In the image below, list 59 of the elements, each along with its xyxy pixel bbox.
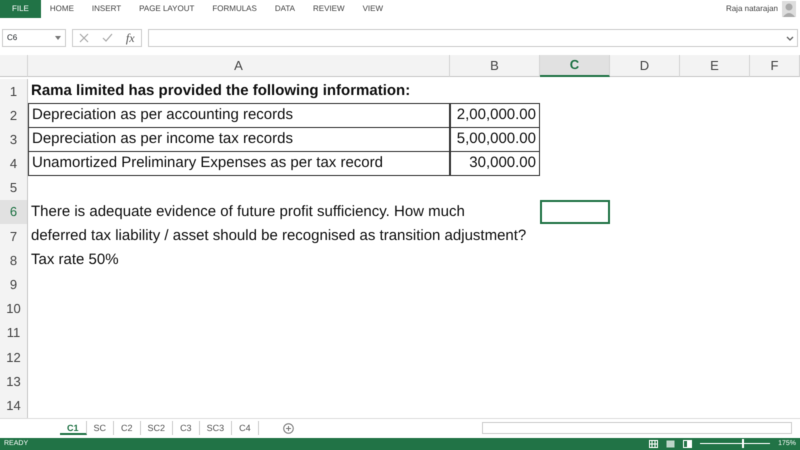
- name-box[interactable]: C6: [2, 29, 66, 47]
- column-header[interactable]: D: [610, 55, 680, 77]
- table-cell: Depreciation as per accounting records: [28, 103, 450, 128]
- cancel-icon[interactable]: [79, 33, 90, 43]
- cell-reference: C6: [7, 32, 18, 44]
- row-header[interactable]: 8: [0, 248, 28, 273]
- table-cell: Unamortized Preliminary Expenses as per tax record: [28, 152, 450, 176]
- row-header[interactable]: 13: [0, 369, 28, 394]
- ribbon-tab[interactable]: HOME: [40, 3, 83, 15]
- check-icon[interactable]: [102, 33, 114, 43]
- ribbon-tab[interactable]: PAGE LAYOUT: [130, 3, 204, 15]
- row-header[interactable]: 1: [0, 79, 28, 104]
- ribbon-tab[interactable]: FORMULAS: [203, 3, 266, 15]
- column-header[interactable]: F: [750, 55, 800, 77]
- row-header[interactable]: 5: [0, 176, 28, 200]
- active-cell[interactable]: [540, 200, 610, 224]
- cell-text: deferred tax liability / asset should be recognised as transition adjustment?: [31, 226, 526, 246]
- column-header[interactable]: C: [540, 55, 610, 77]
- insert-function-button[interactable]: fx: [126, 29, 135, 47]
- sheet-tab[interactable]: C4: [232, 421, 259, 436]
- row-header[interactable]: 6: [0, 200, 28, 224]
- row-header[interactable]: 12: [0, 345, 28, 370]
- page-layout-icon[interactable]: [666, 440, 676, 448]
- row-header[interactable]: 2: [0, 103, 28, 128]
- row-header[interactable]: 3: [0, 128, 28, 152]
- column-header[interactable]: A: [28, 55, 450, 77]
- zoom-slider-thumb[interactable]: [742, 439, 744, 448]
- row-header[interactable]: 4: [0, 152, 28, 176]
- row-header[interactable]: 9: [0, 272, 28, 297]
- ribbon-tab[interactable]: REVIEW: [304, 3, 354, 15]
- sheet-tab[interactable]: SC2: [140, 421, 174, 436]
- table-cell: 2,00,000.00: [450, 103, 540, 128]
- sheet-tab[interactable]: C2: [114, 421, 141, 436]
- table-cell: 5,00,000.00: [450, 128, 540, 152]
- ribbon-tab[interactable]: DATA: [266, 3, 304, 15]
- user-name[interactable]: Raja natarajan: [726, 3, 778, 15]
- sheet-tab[interactable]: C1: [60, 421, 87, 436]
- column-header[interactable]: B: [450, 55, 540, 77]
- expand-icon[interactable]: [786, 36, 794, 40]
- dropdown-icon[interactable]: [55, 36, 61, 40]
- row-header[interactable]: 11: [0, 321, 28, 346]
- file-tab[interactable]: FILE: [0, 0, 41, 18]
- cell-text: Tax rate 50%: [31, 250, 119, 270]
- ribbon-tab[interactable]: INSERT: [82, 3, 130, 15]
- cell-text: Rama limited has provided the following information:: [30, 81, 412, 102]
- table-cell: 30,000.00: [450, 152, 540, 176]
- table-cell: Depreciation as per income tax records: [28, 128, 450, 152]
- sheet-tab[interactable]: SC: [86, 421, 114, 436]
- normal-view-icon[interactable]: [649, 440, 658, 448]
- row-header[interactable]: 7: [0, 224, 28, 248]
- page-break-icon[interactable]: [683, 440, 692, 448]
- add-sheet-icon[interactable]: [282, 422, 294, 434]
- row-header[interactable]: 10: [0, 296, 28, 322]
- sheet-tab[interactable]: SC3: [200, 421, 232, 436]
- sheet-tab[interactable]: C3: [173, 421, 200, 436]
- row-header[interactable]: 14: [0, 394, 28, 418]
- cell-text: There is adequate evidence of future profit sufficiency. How much: [31, 202, 465, 222]
- ribbon-tab[interactable]: VIEW: [354, 3, 392, 15]
- column-header[interactable]: E: [680, 55, 750, 77]
